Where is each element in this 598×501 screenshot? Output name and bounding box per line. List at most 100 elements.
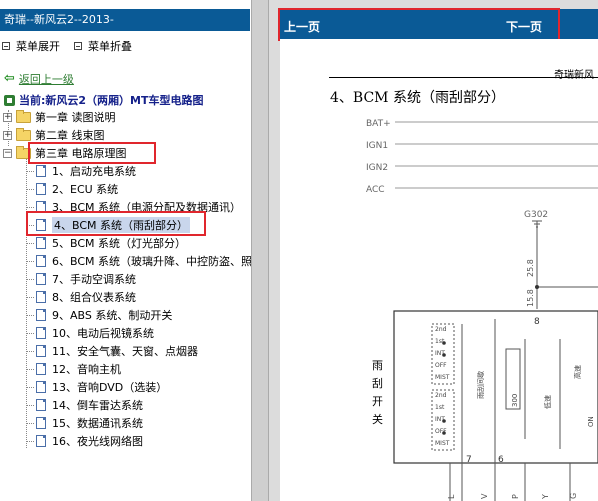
document-panel: 上一页 下一页 奇瑞新风 4、BCM 系统（雨刮部分） BAT+ IGN1 IG… xyxy=(269,0,598,501)
tree-connector xyxy=(26,171,34,172)
switch-label-char: 雨 xyxy=(372,359,383,372)
tree-item[interactable]: 10、电动后视镜系统 xyxy=(26,324,154,342)
tree-item-label: 15、数据通讯系统 xyxy=(52,417,143,430)
tree-item[interactable]: 7、手动空调系统 xyxy=(26,270,136,288)
tree-item[interactable]: 11、安全气囊、天窗、点烟器 xyxy=(26,342,198,360)
wire-label: 25.8 xyxy=(526,259,535,277)
document-icon xyxy=(36,165,46,177)
tree-item[interactable]: 6、BCM 系统（玻璃升降、中控防盗、照 xyxy=(26,252,253,270)
bottom-wire-label: P xyxy=(511,494,520,499)
document-icon xyxy=(36,237,46,249)
collapse-menu-button[interactable]: 菜单折叠 xyxy=(74,38,132,54)
tree-item-label: 12、音响主机 xyxy=(52,363,121,376)
tree-item-label: 10、电动后视镜系统 xyxy=(52,327,154,340)
expand-plus-icon[interactable]: + xyxy=(3,130,12,140)
highlight-box-chapter xyxy=(28,142,156,164)
tree-item[interactable]: 13、音响DVD（选装） xyxy=(26,378,168,396)
document-icon xyxy=(36,273,46,285)
component-label: 高速 xyxy=(573,365,582,379)
tree-connector xyxy=(26,387,34,388)
app-window: 奇瑞--新风云2--2013- 菜单展开 菜单折叠 ⇦ 返回上一级 当前:新风云… xyxy=(0,0,598,501)
splitter[interactable] xyxy=(251,0,269,501)
tree-connector xyxy=(26,279,34,280)
switch-position: 1st xyxy=(435,404,445,411)
tree-item[interactable]: 8、组合仪表系统 xyxy=(26,288,136,306)
bottom-wire-label: L xyxy=(447,494,456,499)
collapse-minus-icon[interactable]: − xyxy=(3,148,12,158)
tree-connector xyxy=(26,243,34,244)
tree-connector xyxy=(26,333,34,334)
tree-item[interactable]: 16、夜光线网络图 xyxy=(26,432,143,450)
document-icon xyxy=(36,291,46,303)
back-arrow-icon: ⇦ xyxy=(4,71,15,86)
rail-label-ign1: IGN1 xyxy=(366,141,388,151)
pin-number: 8 xyxy=(534,317,540,327)
ground-label: G302 xyxy=(524,210,548,220)
expand-plus-icon[interactable]: + xyxy=(3,112,12,122)
document-icon xyxy=(36,417,46,429)
tree-item-label: 2、ECU 系统 xyxy=(52,183,119,196)
tree-item-label: 1、启动充电系统 xyxy=(52,165,136,178)
tree-item-label: 13、音响DVD（选装） xyxy=(52,381,168,394)
bcm-module-box xyxy=(393,310,598,464)
document-icon xyxy=(36,255,46,267)
highlight-box-item xyxy=(26,211,206,236)
tree-item[interactable]: 9、ABS 系统、制动开关 xyxy=(26,306,173,324)
tree-connector xyxy=(26,207,34,208)
tree-item[interactable]: 5、BCM 系统（灯光部分） xyxy=(26,234,187,252)
home-icon xyxy=(4,94,15,106)
tree-item-label: 8、组合仪表系统 xyxy=(52,291,136,304)
tree-item-label: 7、手动空调系统 xyxy=(52,273,136,286)
switch-position: OFF xyxy=(435,362,447,369)
component-label: 雨刮间歇 xyxy=(476,371,485,399)
expand-menu-label: 菜单展开 xyxy=(16,40,60,53)
tree-item-label: 16、夜光线网络图 xyxy=(52,435,143,448)
tree-connector xyxy=(26,351,34,352)
tree-connector xyxy=(26,315,34,316)
document-icon xyxy=(36,183,46,195)
tree-item-label: 6、BCM 系统（玻璃升降、中控防盗、照 xyxy=(52,255,253,268)
rail-label-bat: BAT+ xyxy=(366,119,391,129)
tree-item-label: 9、ABS 系统、制动开关 xyxy=(52,309,173,322)
switch-position: 2nd xyxy=(435,326,447,333)
tree-connector xyxy=(26,369,34,370)
tree-connector xyxy=(26,189,34,190)
switch-label-char: 刮 xyxy=(372,376,383,390)
bottom-wire-label: Y xyxy=(541,494,550,500)
tree-connector xyxy=(26,441,34,442)
tree-item-label: 14、倒车雷达系统 xyxy=(52,399,143,412)
pin-number: 7 xyxy=(466,455,472,465)
folder-icon xyxy=(16,127,31,141)
back-link[interactable]: ⇦ 返回上一级 xyxy=(4,71,74,87)
tree-item[interactable]: 12、音响主机 xyxy=(26,360,121,378)
panel-title: 奇瑞--新风云2--2013- xyxy=(0,9,250,31)
switch-label-char: 关 xyxy=(372,412,383,426)
folder-icon xyxy=(16,109,31,123)
document-page: 奇瑞新风 4、BCM 系统（雨刮部分） BAT+ IGN1 IGN2 ACC G… xyxy=(280,39,598,501)
tree-chapter-1[interactable]: + 第一章 读图说明 xyxy=(3,108,116,126)
tree-item[interactable]: 1、启动充电系统 xyxy=(26,162,136,180)
component-label: ON xyxy=(587,416,595,427)
document-icon xyxy=(36,399,46,411)
menu-toolbar: 菜单展开 菜单折叠 xyxy=(2,38,132,54)
current-location: 当前:新风云2（两厢）MT车型电路图 xyxy=(4,92,204,108)
component-label: 低速 xyxy=(543,395,552,409)
tree-connector xyxy=(26,297,34,298)
tree-item[interactable]: 14、倒车雷达系统 xyxy=(26,396,143,414)
bottom-wire-label: G xyxy=(569,493,578,499)
tree-item[interactable]: 15、数据通讯系统 xyxy=(26,414,143,432)
document-icon xyxy=(36,345,46,357)
tree-item[interactable]: 2、ECU 系统 xyxy=(26,180,119,198)
wire-label: 15.8 xyxy=(526,289,535,307)
document-icon xyxy=(36,327,46,339)
back-link-label: 返回上一级 xyxy=(18,73,74,86)
chapter-label: 第一章 读图说明 xyxy=(35,111,116,124)
component-label: 300 xyxy=(511,394,519,407)
collapse-menu-label: 菜单折叠 xyxy=(88,40,132,53)
document-icon xyxy=(36,381,46,393)
navigation-panel: 奇瑞--新风云2--2013- 菜单展开 菜单折叠 ⇦ 返回上一级 当前:新风云… xyxy=(0,0,253,501)
pin-number: 6 xyxy=(498,455,504,465)
expand-menu-button[interactable]: 菜单展开 xyxy=(2,38,60,54)
tree-item-label: 5、BCM 系统（灯光部分） xyxy=(52,237,187,250)
chapter-label: 第二章 线束图 xyxy=(35,129,105,142)
